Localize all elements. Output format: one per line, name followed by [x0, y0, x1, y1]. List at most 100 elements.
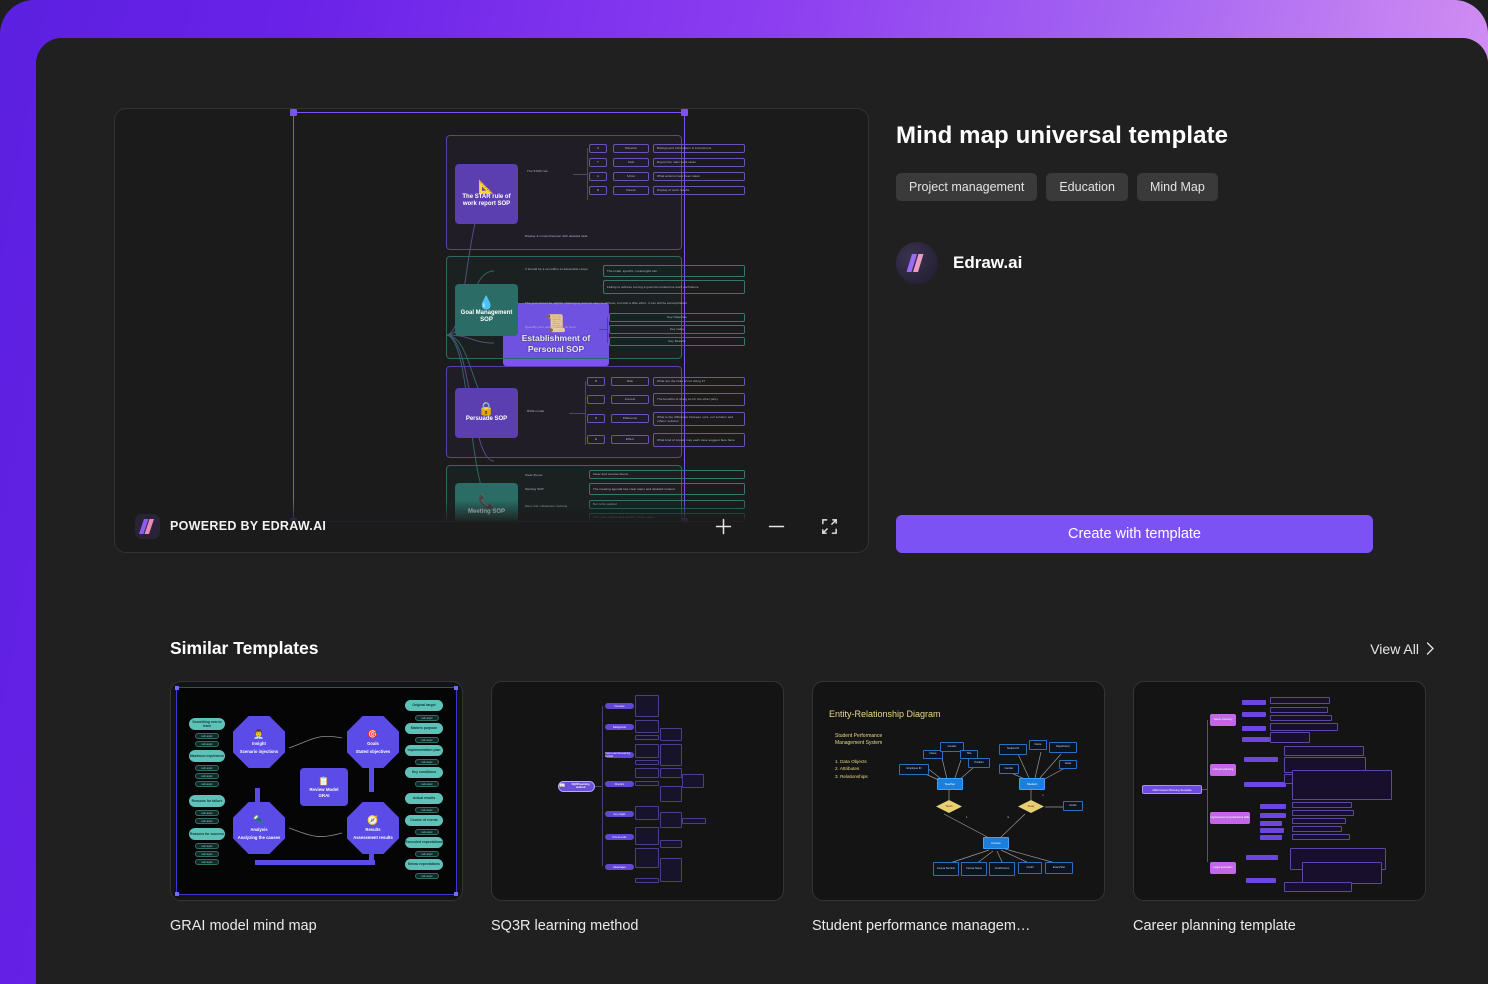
mindmap-desc: Display of work results — [657, 188, 690, 193]
template-card[interactable]: 👨‍💼 Insight Scenario injections 🎯 Goals … — [170, 681, 463, 934]
tag-mind-map[interactable]: Mind Map — [1136, 173, 1218, 201]
tag-project-management[interactable]: Project management — [896, 173, 1038, 201]
mindmap-branch-group[interactable]: 🔒 Persuade SOP RIDE model R Risk What ar… — [446, 366, 745, 458]
mindmap-board[interactable]: 📜 Establishment of Personal SOP 📐 The ST… — [290, 109, 745, 552]
grai-subtopic[interactable]: sub-topic — [195, 781, 219, 787]
sq3r-branch[interactable]: Background — [605, 724, 634, 730]
er-attribute[interactable]: Exam/Test — [1045, 862, 1073, 874]
er-attribute[interactable]: Student ID — [999, 744, 1027, 755]
grai-subtopic[interactable]: sub-topic — [415, 829, 439, 835]
zoom-out-button[interactable] — [763, 513, 789, 539]
grai-subtopic[interactable]: sub-topic — [415, 715, 439, 721]
preview-canvas[interactable]: 📜 Establishment of Personal SOP 📐 The ST… — [115, 109, 868, 552]
grai-node-name: Analysis — [250, 827, 268, 833]
sq3r-branch[interactable]: Key insight — [605, 811, 634, 817]
grai-subtopic[interactable]: sub-topic — [415, 807, 439, 813]
grai-right-pill[interactable]: Exceeded expectations — [405, 837, 443, 848]
grai-left-pill[interactable]: Reasons for failure — [189, 795, 225, 807]
template-thumbnail[interactable]: Entity-Relationship Diagram Student Perf… — [812, 681, 1105, 901]
grai-right-pill[interactable]: Implementation plan — [405, 745, 443, 756]
mindmap-branch-node[interactable]: 🔒 Persuade SOP — [455, 388, 518, 438]
template-card[interactable]: Entity-Relationship Diagram Student Perf… — [812, 681, 1105, 934]
view-all-link[interactable]: View All — [1370, 641, 1435, 657]
grai-subtopic[interactable]: sub-topic — [195, 843, 219, 849]
career-branch[interactable]: mid-term planning — [1210, 764, 1236, 776]
mindmap-term: Task — [627, 160, 635, 165]
grai-right-pill[interactable]: Key conditions — [405, 767, 443, 778]
grai-subtopic[interactable]: sub-topic — [195, 773, 219, 779]
grai-subtopic[interactable]: sub-topic — [415, 851, 439, 857]
author-row[interactable]: Edraw.ai — [896, 242, 1392, 284]
grai-center-title: Review Model — [309, 786, 339, 792]
grai-subtopic[interactable]: sub-topic — [195, 859, 219, 865]
er-attribute[interactable]: Credit — [1018, 862, 1042, 874]
grai-node-name: Results — [365, 827, 381, 833]
mindmap-key: S — [596, 146, 600, 151]
grai-subtopic[interactable]: sub-topic — [195, 851, 219, 857]
grai-subtopic[interactable]: sub-topic — [415, 873, 439, 879]
grai-left-pill[interactable]: Reasons for success — [189, 828, 225, 840]
er-attribute-grade[interactable]: Grade — [1063, 801, 1083, 811]
grai-right-pill[interactable]: Matters purpose — [405, 723, 443, 734]
grai-left-pill[interactable]: Maximum experience — [189, 750, 225, 762]
er-attribute[interactable]: Department — [1049, 742, 1077, 753]
grai-right-pill[interactable]: Below expectations — [405, 859, 443, 870]
similar-templates-header: Similar Templates View All — [170, 638, 1435, 659]
template-thumbnail[interactable]: 2024 Career Planning Template career inv… — [1133, 681, 1426, 901]
grai-subtopic[interactable]: sub-topic — [195, 733, 219, 739]
fullscreen-icon[interactable] — [816, 513, 842, 539]
sq3r-branch[interactable]: Advantages — [605, 864, 634, 870]
mindmap-term: Result — [626, 188, 636, 193]
mindmap-branch-node[interactable]: 💧 Goal Management SOP — [455, 284, 518, 336]
template-card[interactable]: 2024 Career Planning Template career inv… — [1133, 681, 1426, 934]
grai-subtopic[interactable]: sub-topic — [415, 759, 439, 765]
create-with-template-button[interactable]: Create with template — [896, 515, 1373, 553]
mindmap-branch-node[interactable]: 📐 The STAR rule of work report SOP — [455, 164, 518, 224]
mindmap-term: Situation — [624, 146, 638, 151]
mindmap-branch-group[interactable]: 💧 Goal Management SOP It should be a set… — [446, 256, 745, 359]
er-entity-student[interactable]: Student — [1019, 778, 1045, 790]
er-entity-course[interactable]: Course — [983, 837, 1009, 849]
grai-subtopic[interactable]: sub-topic — [195, 741, 219, 747]
tag-education[interactable]: Education — [1046, 173, 1128, 201]
template-preview-panel[interactable]: 📜 Establishment of Personal SOP 📐 The ST… — [114, 108, 869, 553]
er-attribute[interactable]: Course Number — [933, 862, 959, 876]
er-entity-teacher[interactable]: Teacher — [937, 778, 963, 790]
grai-left-pill[interactable]: Something new to learn — [189, 718, 225, 730]
grai-subtopic[interactable]: sub-topic — [195, 818, 219, 824]
mindmap-branch-label: Goal Management SOP — [460, 309, 513, 324]
grai-right-pill[interactable]: Original target — [405, 700, 443, 711]
grai-subtopic[interactable]: sub-topic — [195, 810, 219, 816]
mindmap-branch-group[interactable]: 📐 The STAR rule of work report SOP The S… — [446, 135, 745, 250]
career-branch[interactable]: improvement of professional skills — [1210, 812, 1250, 824]
zoom-in-button[interactable] — [710, 513, 736, 539]
grai-right-pill[interactable]: Course of events — [405, 815, 443, 826]
template-card[interactable]: 📖 SQ3R learning method Overview Backgrou… — [491, 681, 784, 934]
er-attribute[interactable]: Course Name — [961, 862, 987, 876]
compass-icon: 🧭 — [367, 815, 379, 826]
er-attribute[interactable]: Position — [968, 758, 990, 768]
grai-subtopic[interactable]: sub-topic — [415, 781, 439, 787]
sq3r-branch[interactable]: How to recite — [605, 834, 634, 840]
sq3r-branch[interactable]: How to use the learning method — [605, 752, 634, 758]
grai-center-node[interactable]: 📋 Review Model GRAI — [300, 768, 348, 806]
grai-subtopic[interactable]: sub-topic — [415, 737, 439, 743]
template-thumbnail[interactable]: 📖 SQ3R learning method Overview Backgrou… — [491, 681, 784, 901]
er-attribute[interactable]: Class — [1059, 760, 1077, 769]
career-branch[interactable]: target promotion — [1210, 862, 1236, 874]
sq3r-root-node[interactable]: 📖 SQ3R learning method — [558, 781, 595, 792]
er-attribute[interactable]: Credit Hours — [989, 862, 1015, 876]
er-attribute[interactable]: Gender — [999, 764, 1019, 774]
mindmap-desc: Clear and concise theme — [593, 472, 629, 477]
er-attribute[interactable]: Name — [1029, 740, 1047, 750]
career-root-node[interactable]: 2024 Career Planning Template — [1142, 785, 1202, 794]
sq3r-branch[interactable]: Overview — [605, 703, 634, 709]
sq3r-branch[interactable]: Direction — [605, 781, 634, 787]
er-attribute[interactable]: Employee ID — [899, 764, 929, 775]
template-thumbnail[interactable]: 👨‍💼 Insight Scenario injections 🎯 Goals … — [170, 681, 463, 901]
grai-subtopic[interactable]: sub-topic — [195, 765, 219, 771]
career-branch[interactable]: career inventory — [1210, 714, 1236, 726]
template-card-label: SQ3R learning method — [491, 918, 639, 934]
grai-right-pill[interactable]: Actual results — [405, 793, 443, 804]
sq3r-root-label: SQ3R learning method — [571, 782, 590, 789]
